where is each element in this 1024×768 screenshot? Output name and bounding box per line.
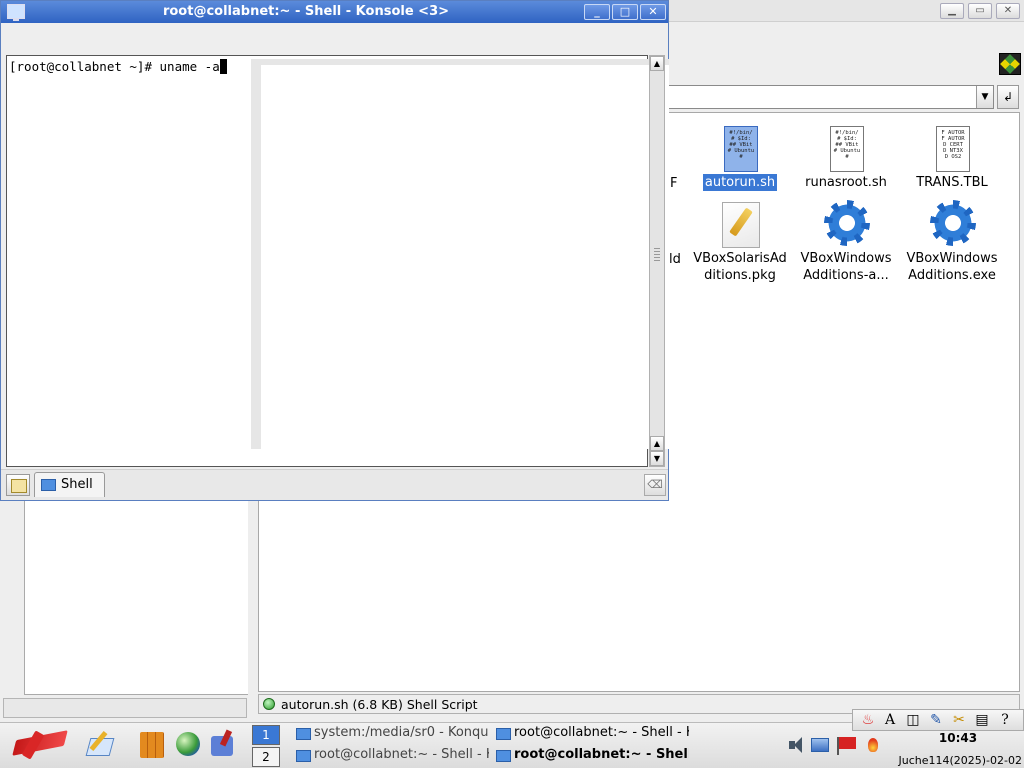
- file-name: VBoxSolarisAd ditions.pkg: [693, 251, 787, 283]
- text-file-icon: F AUTOR F AUTOR D CERT D NT3X D OS2: [936, 126, 970, 172]
- file-item-runasroot[interactable]: #!/bin/ # $Id: ## VBit # Ubuntu # runasr…: [793, 124, 899, 191]
- status-text: autorun.sh (6.8 KB) Shell Script: [281, 697, 478, 712]
- scroll-up-arrow-icon[interactable]: ▲: [650, 56, 664, 71]
- tab-label: Shell: [61, 477, 93, 492]
- file-item-trans-tbl[interactable]: F AUTOR F AUTOR D CERT D NT3X D OS2 TRAN…: [899, 124, 1005, 191]
- network-icon[interactable]: [811, 738, 829, 752]
- close-button[interactable]: ✕: [640, 4, 666, 20]
- text-cursor: [219, 59, 227, 74]
- konsole-menubar: [1, 23, 668, 51]
- keyboard-layout-flag-icon[interactable]: [836, 735, 856, 755]
- task-button[interactable]: root@collabnet:~ - Shell - Konsole: [494, 724, 689, 745]
- font-icon[interactable]: A: [881, 712, 899, 729]
- file-name: VBoxWindows Additions.exe: [906, 251, 998, 283]
- tab-shell[interactable]: Shell: [34, 472, 105, 497]
- panel-applet-bar: ♨ A ◫ ✎ ✂ ▤ ?: [852, 709, 1024, 731]
- package-icon: [722, 202, 760, 248]
- go-button[interactable]: ↲: [997, 85, 1019, 109]
- monitor-icon: [496, 728, 511, 740]
- split-view-icon[interactable]: ◫: [904, 712, 922, 729]
- editor-launcher-icon[interactable]: [86, 730, 114, 758]
- file-name: runasroot.sh: [805, 175, 887, 190]
- file-name: VBoxWindows Additions-a...: [800, 251, 892, 283]
- minimize-button[interactable]: ▁: [940, 3, 964, 19]
- paint-launcher-icon[interactable]: [209, 730, 237, 758]
- minimize-button[interactable]: _: [584, 4, 610, 20]
- gear-executable-icon: [930, 200, 976, 246]
- shell-script-icon: #!/bin/ # $Id: ## VBit # Ubuntu #: [830, 126, 864, 172]
- office-launcher-icon[interactable]: [138, 730, 166, 758]
- konsole-window: root@collabnet:~ - Shell - Konsole <3> _…: [0, 0, 669, 501]
- konsole-titlebar[interactable]: root@collabnet:~ - Shell - Konsole <3> _…: [1, 1, 668, 23]
- desktop-pager: 1 2: [250, 724, 282, 768]
- clock-time[interactable]: 10:43: [932, 731, 984, 745]
- location-dropdown-button[interactable]: ▼: [976, 86, 993, 108]
- monitor-icon: [296, 728, 311, 740]
- monitor-icon: [496, 750, 511, 762]
- redraw-artifact: [251, 59, 669, 449]
- desktop-2-button[interactable]: 2: [252, 747, 280, 767]
- fire-icon[interactable]: ♨: [859, 712, 877, 729]
- scroll-down-arrow-icon[interactable]: ▼: [650, 451, 664, 466]
- scroll-up-arrow-icon[interactable]: ▲: [650, 436, 664, 451]
- navigation-panel[interactable]: [24, 500, 248, 695]
- navigation-panel-footer: [3, 698, 247, 718]
- partial-file-label: F: [670, 176, 678, 191]
- file-item-vboxwindowsadditions-a[interactable]: VBoxWindows Additions-a...: [793, 200, 899, 284]
- file-name: autorun.sh: [702, 174, 778, 191]
- notes-icon[interactable]: ▤: [973, 712, 991, 729]
- task-button[interactable]: root@collabnet:~ - Shell - Konsole: [494, 746, 689, 767]
- firewall-icon[interactable]: [863, 735, 883, 755]
- file-item-autorun[interactable]: #!/bin/ # $Id: ## VBit # Ubuntu # autoru…: [687, 124, 793, 191]
- volume-icon[interactable]: [787, 735, 807, 755]
- gear-executable-icon: [824, 200, 870, 246]
- terminal-scrollbar[interactable]: ▲ ▲ ▼: [649, 55, 665, 467]
- tab-bar: Shell ⌫: [1, 469, 668, 500]
- help-icon[interactable]: ?: [996, 712, 1014, 729]
- desktop-1-button[interactable]: 1: [252, 725, 280, 745]
- clock-date[interactable]: Juche114(2025)-02-02: [894, 754, 1024, 767]
- maximize-button[interactable]: ▭: [968, 3, 992, 19]
- task-button[interactable]: root@collabnet:~ - Shell - Konsole: [294, 746, 489, 767]
- maximize-button[interactable]: □: [612, 4, 638, 20]
- tools-icon[interactable]: ✂: [950, 712, 968, 729]
- monitor-icon: [296, 750, 311, 762]
- location-input[interactable]: [668, 85, 994, 109]
- system-tray: [785, 731, 885, 761]
- new-session-button[interactable]: [6, 474, 30, 496]
- close-session-button[interactable]: ⌫: [644, 474, 666, 496]
- terminal-line: [root@collabnet ~]# uname -a: [9, 59, 227, 74]
- monitor-icon: [41, 479, 56, 491]
- file-item-vboxsolarisadditions[interactable]: VBoxSolarisAd ditions.pkg: [687, 200, 793, 284]
- browser-launcher-icon[interactable]: [176, 732, 200, 756]
- shell-script-icon: #!/bin/ # $Id: ## VBit # Ubuntu #: [724, 126, 758, 172]
- edit-icon[interactable]: ✎: [927, 712, 945, 729]
- close-button[interactable]: ✕: [996, 3, 1020, 19]
- partial-file-label: ld: [669, 252, 681, 267]
- window-title: root@collabnet:~ - Shell - Konsole <3>: [162, 4, 450, 19]
- kde-throbber-icon: [999, 53, 1021, 75]
- status-led-icon: [263, 698, 275, 710]
- file-name: TRANS.TBL: [916, 175, 988, 190]
- task-button[interactable]: system:/media/sr0 - Konqueror: [294, 724, 489, 745]
- taskbar-panel: ♨ A ◫ ✎ ✂ ▤ ? 1 2 system:/media/sr0 - Ko…: [0, 709, 1024, 768]
- k-menu-button[interactable]: [8, 729, 68, 763]
- file-item-vboxwindowsadditions-exe[interactable]: VBoxWindows Additions.exe: [899, 200, 1005, 284]
- scroll-grip[interactable]: [654, 248, 660, 262]
